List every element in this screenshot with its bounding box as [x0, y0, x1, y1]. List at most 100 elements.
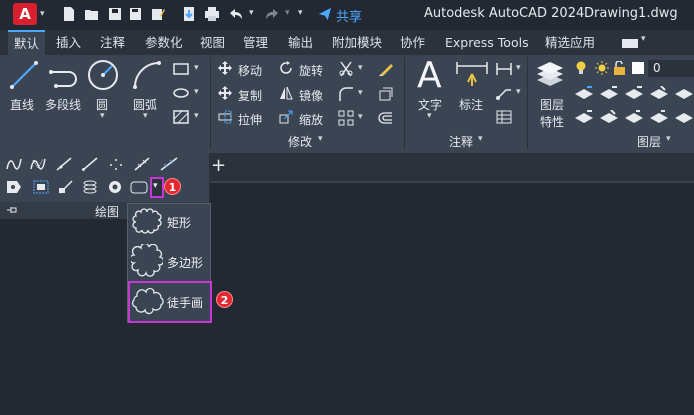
linear-dimension-icon[interactable] [496, 62, 512, 76]
annotation-panel-label[interactable]: 注释 [449, 133, 473, 150]
multiple-points-icon[interactable] [108, 157, 124, 171]
tab-default[interactable]: 默认 [8, 30, 46, 55]
donut-icon[interactable] [107, 180, 123, 194]
layer-tool-icon[interactable] [574, 86, 594, 100]
hatch-icon[interactable] [173, 110, 189, 124]
explode-icon[interactable] [378, 86, 394, 102]
trim-icon[interactable] [338, 61, 354, 77]
arc-dropdown-icon[interactable]: ▾ [143, 111, 148, 121]
redo-icon[interactable] [264, 6, 280, 22]
circle-icon[interactable] [87, 59, 119, 91]
share-button[interactable]: 共享 [336, 6, 362, 25]
customize-qat-icon[interactable]: ▾ [298, 8, 303, 18]
chevron-down-icon[interactable]: ▾ [358, 63, 363, 73]
tab-addins[interactable]: 附加模块 [332, 30, 382, 55]
layer-tool-icon[interactable] [599, 86, 619, 100]
publish-icon[interactable] [181, 6, 197, 22]
open-folder-icon[interactable] [84, 6, 100, 22]
measure-icon[interactable] [160, 157, 178, 171]
new-file-icon[interactable] [61, 6, 77, 22]
spline-fit-icon[interactable] [6, 157, 22, 171]
spline-cv-icon[interactable] [30, 157, 46, 171]
undo-icon[interactable] [228, 6, 244, 22]
circle-dropdown-icon[interactable]: ▾ [100, 111, 105, 121]
line-icon[interactable] [9, 60, 39, 90]
construction-line-icon[interactable] [56, 157, 72, 171]
chevron-down-icon[interactable]: ▾ [194, 63, 199, 73]
arc-icon[interactable] [131, 59, 163, 91]
save-as-icon[interactable] [128, 6, 144, 22]
rotate-tool[interactable]: 旋转 [299, 62, 323, 79]
layer-tool-icon[interactable] [649, 86, 669, 100]
undo-dropdown-icon[interactable]: ▾ [249, 8, 254, 18]
wipeout-icon[interactable] [58, 180, 74, 194]
table-icon[interactable] [496, 110, 512, 124]
tab-insert[interactable]: 插入 [56, 30, 81, 55]
chevron-down-icon[interactable]: ▾ [194, 87, 199, 97]
polyline-icon[interactable] [48, 60, 82, 90]
draw-panel-label[interactable]: 绘图 [95, 203, 119, 220]
tab-featured-apps[interactable]: 精选应用 [545, 30, 595, 55]
chevron-down-icon[interactable]: ▾ [194, 111, 199, 121]
layer-dropdown[interactable]: 0 [648, 60, 694, 77]
modify-panel-label[interactable]: 修改 [288, 133, 312, 150]
offset-icon[interactable] [378, 110, 394, 126]
polygonal-cloud-item[interactable]: 多边形 [129, 244, 209, 278]
layer-tool-icon[interactable] [624, 110, 644, 124]
layer-properties-icon[interactable] [535, 60, 565, 90]
tab-parametric[interactable]: 参数化 [145, 30, 183, 55]
app-menu-button[interactable]: A ▾ [13, 3, 45, 25]
ray-icon[interactable] [82, 157, 98, 171]
copy-tool[interactable]: 复制 [238, 87, 262, 104]
text-tool-icon[interactable]: A [417, 56, 442, 96]
tab-output[interactable]: 输出 [288, 30, 313, 55]
chevron-down-icon[interactable]: ▾ [516, 63, 521, 73]
drawing-canvas[interactable] [210, 181, 694, 415]
dimension-tool-label[interactable]: 标注 [459, 96, 483, 113]
layer-tool-icon[interactable] [674, 86, 694, 100]
region-icon[interactable] [6, 180, 22, 194]
line-tool-label[interactable]: 直线 [10, 96, 34, 113]
pin-icon[interactable] [6, 205, 18, 215]
rectangle-icon[interactable] [173, 62, 189, 76]
polyline-tool-label[interactable]: 多段线 [45, 96, 81, 113]
erase-icon[interactable] [378, 61, 394, 77]
layer-tool-icon[interactable] [649, 110, 669, 124]
array-icon[interactable] [338, 110, 354, 126]
layer-tool-icon[interactable] [674, 110, 694, 124]
chevron-down-icon[interactable]: ▾ [516, 87, 521, 97]
layer-tool-icon[interactable] [574, 110, 594, 124]
chevron-down-icon[interactable]: ▾ [666, 134, 671, 144]
save-icon[interactable] [107, 6, 123, 22]
helix-icon[interactable] [82, 180, 98, 194]
layer-tool-icon[interactable] [624, 86, 644, 100]
fillet-icon[interactable] [338, 86, 354, 102]
layer-properties-label-2[interactable]: 特性 [540, 113, 564, 130]
lightbulb-icon[interactable] [575, 61, 587, 75]
boundary-icon[interactable] [33, 180, 49, 194]
new-tab-icon[interactable]: + [211, 156, 226, 176]
tab-annotate[interactable]: 注释 [100, 30, 125, 55]
chevron-down-icon[interactable]: ▾ [318, 134, 323, 144]
layer-color-swatch[interactable] [632, 62, 644, 74]
print-icon[interactable] [204, 6, 220, 22]
chevron-down-icon[interactable]: ▾ [358, 112, 363, 122]
tab-collaborate[interactable]: 协作 [400, 30, 425, 55]
leader-icon[interactable] [496, 86, 512, 100]
divide-icon[interactable] [134, 157, 150, 171]
unlock-icon[interactable] [613, 61, 626, 75]
layer-properties-label-1[interactable]: 图层 [540, 96, 564, 113]
chevron-down-icon[interactable]: ▾ [478, 134, 483, 144]
tab-express-tools[interactable]: Express Tools [445, 30, 529, 55]
sun-icon[interactable] [595, 61, 609, 75]
scale-tool[interactable]: 缩放 [299, 111, 323, 128]
layer-tool-icon[interactable] [599, 110, 619, 124]
mirror-tool[interactable]: 镜像 [299, 87, 323, 104]
tab-view[interactable]: 视图 [200, 30, 225, 55]
ribbon-display-toggle[interactable]: ▾ [622, 34, 650, 49]
revision-cloud-icon[interactable] [130, 181, 148, 194]
ellipse-icon[interactable] [173, 86, 189, 100]
layer-panel-label[interactable]: 图层 [637, 133, 661, 150]
chevron-down-icon[interactable]: ▾ [358, 88, 363, 98]
move-tool[interactable]: 移动 [238, 62, 262, 79]
